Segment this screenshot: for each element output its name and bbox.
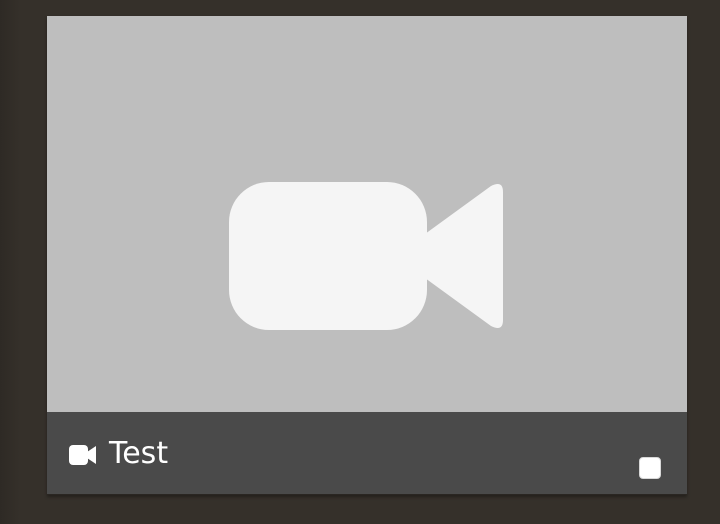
page-edge-shade [0,0,20,524]
video-camera-icon [69,445,96,465]
select-checkbox[interactable] [639,457,661,479]
video-card[interactable]: Test [47,16,687,495]
video-camera-icon [229,182,503,330]
video-title[interactable]: Test [109,436,168,472]
video-thumbnail[interactable] [47,16,687,412]
video-card-footer: Test [47,412,687,495]
